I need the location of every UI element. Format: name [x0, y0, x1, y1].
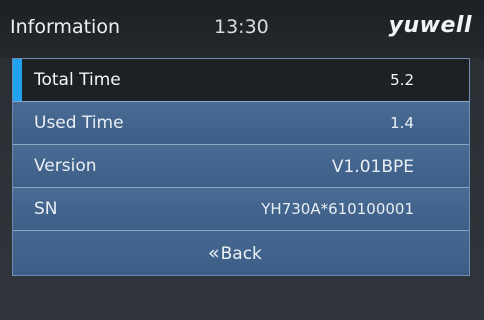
info-label: Version	[34, 156, 97, 176]
info-label: Used Time	[34, 113, 124, 133]
info-value: 5.2	[390, 71, 414, 89]
status-bar: Information 13:30 yuwell	[0, 0, 484, 58]
info-row-version[interactable]: Version V1.01BPE	[13, 145, 469, 188]
selection-indicator	[13, 59, 22, 101]
info-value: V1.01BPE	[331, 157, 414, 177]
info-value: YH730A*610100001	[261, 200, 414, 218]
info-panel: Total Time 5.2 Used Time 1.4 Version V1.…	[12, 58, 470, 276]
info-value: 1.4	[390, 114, 414, 132]
back-label: Back	[220, 244, 262, 264]
info-row-sn[interactable]: SN YH730A*610100001	[13, 188, 469, 231]
info-row-used-time[interactable]: Used Time 1.4	[13, 102, 469, 145]
device-screen: Information 13:30 yuwell Total Time 5.2 …	[0, 0, 484, 320]
back-button[interactable]: «Back	[13, 231, 469, 275]
brand-logo: yuwell	[388, 13, 472, 38]
info-label: Total Time	[34, 70, 121, 90]
info-row-total-time[interactable]: Total Time 5.2	[13, 59, 469, 102]
page-title: Information	[10, 16, 120, 38]
back-button-content: «Back	[208, 242, 262, 264]
info-label: SN	[34, 199, 58, 219]
clock: 13:30	[214, 16, 269, 38]
double-chevron-left-icon: «	[208, 242, 220, 264]
